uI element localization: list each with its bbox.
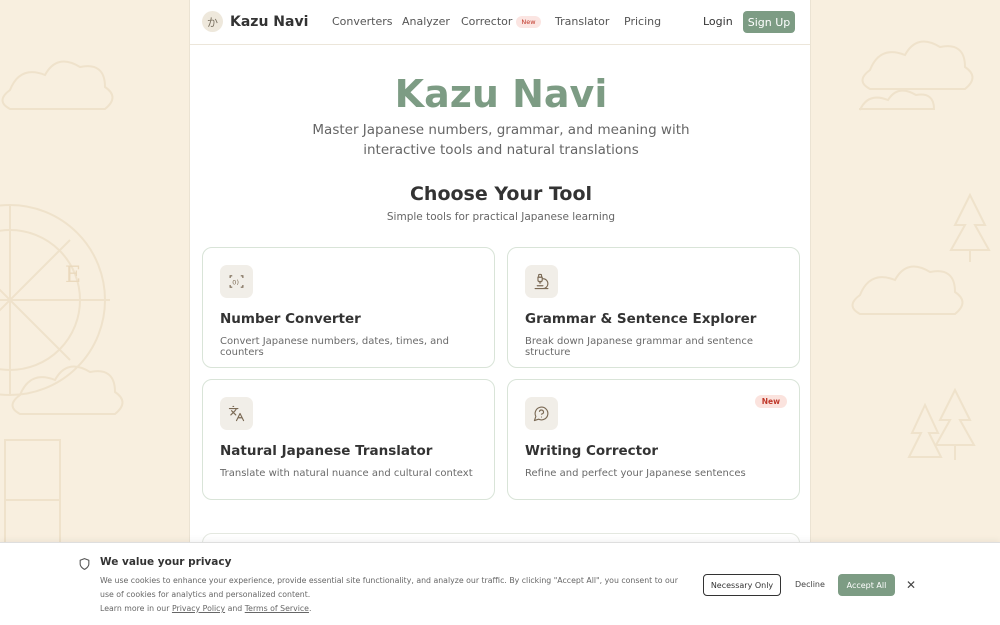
brand-logo-icon: か — [202, 11, 223, 32]
signup-button[interactable]: Sign Up — [743, 11, 795, 33]
tool-card-number-converter[interactable]: 0 ) Number Converter Convert Japanese nu… — [202, 247, 495, 368]
card-description: Refine and perfect your Japanese sentenc… — [525, 468, 746, 479]
main-page: か Kazu Navi Converters Analyzer Correcto… — [189, 0, 811, 625]
learn-more-text: Learn more in our — [100, 604, 170, 613]
close-icon[interactable]: ✕ — [906, 578, 916, 592]
privacy-policy-link[interactable]: Privacy Policy — [172, 604, 225, 613]
tool-card-grammar-explorer[interactable]: Grammar & Sentence Explorer Break down J… — [507, 247, 800, 368]
nav-link-analyzer[interactable]: Analyzer — [402, 15, 450, 28]
shield-icon — [78, 556, 91, 575]
section-title: Choose Your Tool — [409, 183, 593, 205]
cookie-learn-more: Learn more in our Privacy Policy and Ter… — [100, 604, 311, 613]
login-link[interactable]: Login — [703, 15, 733, 28]
cookie-text: We use cookies to enhance your experienc… — [100, 576, 678, 599]
chat-question-icon — [525, 397, 558, 430]
microscope-icon — [525, 265, 558, 298]
terms-of-service-link[interactable]: Terms of Service — [245, 604, 309, 613]
hero-subtitle: Master Japanese numbers, grammar, and me… — [312, 122, 690, 158]
brand[interactable]: か Kazu Navi — [202, 11, 308, 32]
card-description: Translate with natural nuance and cultur… — [220, 468, 473, 479]
number-convert-icon: 0 ) — [220, 265, 253, 298]
new-badge: New — [516, 16, 541, 28]
cookie-banner: We value your privacy We use cookies to … — [0, 542, 1000, 625]
nav-link-corrector: Corrector — [461, 15, 513, 28]
section-subtitle: Simple tools for practical Japanese lear… — [386, 211, 616, 223]
card-title: Number Converter — [220, 311, 361, 327]
card-description: Convert Japanese numbers, dates, times, … — [220, 336, 449, 358]
navbar: か Kazu Navi Converters Analyzer Correcto… — [190, 0, 810, 45]
brand-name: Kazu Navi — [230, 13, 309, 30]
decline-button[interactable]: Decline — [795, 580, 825, 589]
period-text: . — [308, 604, 312, 613]
card-title: Writing Corrector — [525, 443, 659, 459]
card-title: Natural Japanese Translator — [220, 443, 433, 459]
hero-title: Kazu Navi — [394, 72, 608, 116]
svg-text:): ) — [237, 278, 239, 286]
accept-all-button[interactable]: Accept All — [838, 574, 895, 596]
nav-link-converters[interactable]: Converters — [332, 15, 393, 28]
svg-text:E: E — [65, 263, 81, 288]
nav-link-corrector-wrapper[interactable]: Corrector New — [461, 15, 541, 28]
nav-link-translator[interactable]: Translator — [555, 15, 609, 28]
and-text: and — [227, 604, 243, 613]
card-title: Grammar & Sentence Explorer — [525, 311, 757, 327]
necessary-only-button[interactable]: Necessary Only — [703, 574, 781, 596]
tool-card-translator[interactable]: Natural Japanese Translator Translate wi… — [202, 379, 495, 500]
tool-card-writing-corrector[interactable]: New Writing Corrector Refine and perfect… — [507, 379, 800, 500]
translate-icon — [220, 397, 253, 430]
svg-text:0: 0 — [232, 278, 236, 286]
card-description: Break down Japanese grammar and sentence… — [525, 336, 753, 358]
cookie-title: We value your privacy — [100, 556, 232, 568]
nav-link-pricing[interactable]: Pricing — [624, 15, 661, 28]
new-badge: New — [754, 395, 787, 408]
